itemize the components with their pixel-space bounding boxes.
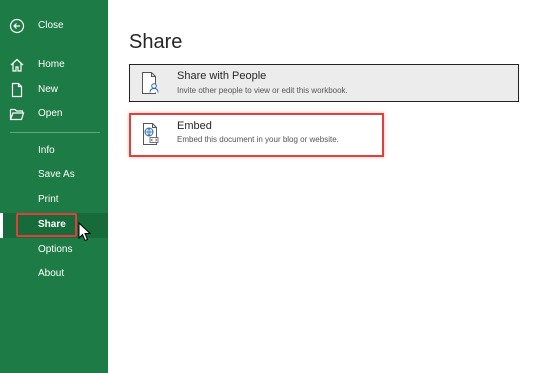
home-label: Home [38, 59, 65, 70]
embed-icon [143, 123, 159, 145]
info-label: Info [38, 145, 55, 156]
sidebar-item-open[interactable]: Open [0, 102, 108, 126]
share-highlight-box [16, 213, 77, 237]
close-button[interactable]: Close [0, 14, 108, 38]
share-with-people-option[interactable]: Share with People Invite other people to… [129, 64, 519, 102]
open-folder-icon [9, 108, 25, 121]
close-label: Close [38, 20, 64, 31]
sidebar-item-info[interactable]: Info [0, 139, 108, 163]
share-with-people-description: Invite other people to view or edit this… [177, 86, 348, 95]
save-as-label: Save As [38, 169, 75, 180]
new-document-icon [11, 82, 23, 98]
embed-option[interactable]: Embed Embed this document in your blog o… [129, 113, 384, 157]
backstage-sidebar: Close Home New Open Info Save As Print S… [0, 0, 108, 373]
home-icon [10, 58, 24, 72]
share-with-people-title: Share with People [177, 70, 267, 82]
mouse-pointer-icon [78, 222, 92, 242]
sidebar-item-new[interactable]: New [0, 78, 108, 102]
embed-description: Embed this document in your blog or webs… [177, 135, 339, 144]
sidebar-item-save-as[interactable]: Save As [0, 163, 108, 187]
back-arrow-icon [9, 18, 25, 34]
new-label: New [38, 84, 59, 95]
page-title: Share [129, 31, 183, 53]
options-label: Options [38, 244, 73, 255]
sidebar-item-about[interactable]: About [0, 262, 108, 286]
sidebar-item-home[interactable]: Home [0, 53, 108, 77]
share-people-icon [142, 72, 159, 94]
sidebar-item-print[interactable]: Print [0, 188, 108, 212]
about-label: About [38, 268, 65, 279]
embed-title: Embed [177, 120, 212, 132]
print-label: Print [38, 194, 59, 205]
open-label: Open [38, 108, 63, 119]
sidebar-divider [10, 132, 100, 133]
